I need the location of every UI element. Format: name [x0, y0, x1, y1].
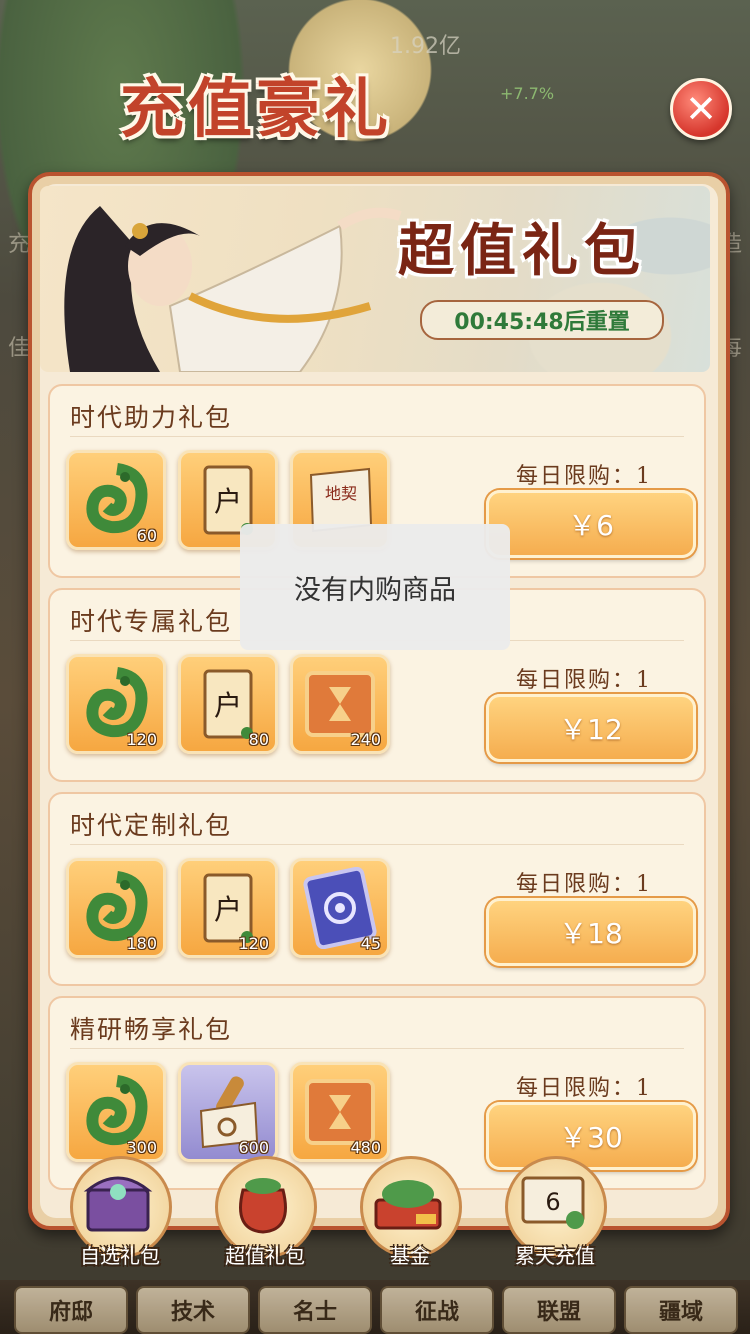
- tab-label: 自选礼包: [80, 1244, 160, 1268]
- package-name: 时代助力礼包: [70, 403, 233, 432]
- reset-timer: 00:45:48后重置: [420, 300, 664, 340]
- reward-item[interactable]: 45: [290, 858, 390, 958]
- close-button[interactable]: ✕: [670, 78, 732, 140]
- package-name: 时代专属礼包: [70, 607, 233, 636]
- nav-technology[interactable]: 技术: [136, 1286, 250, 1334]
- toast-message: 没有内购商品: [240, 524, 510, 650]
- reward-item[interactable]: 300: [66, 1062, 166, 1162]
- nav-celebrities[interactable]: 名士: [258, 1286, 372, 1334]
- heroine-illustration: [64, 206, 402, 372]
- bottom-nav: 府邸 技术 名士 征战 联盟 疆域: [0, 1280, 750, 1334]
- jade-basin-icon: [374, 1180, 442, 1230]
- money-bag-icon: [239, 1178, 287, 1234]
- package-name: 精研畅享礼包: [70, 1015, 233, 1044]
- item-quantity: 120: [126, 730, 157, 749]
- page-title: 充值豪礼: [120, 72, 392, 147]
- scroll-gift-icon: 6: [521, 1176, 585, 1229]
- reward-item[interactable]: 120: [66, 654, 166, 754]
- reward-item[interactable]: 60: [66, 450, 166, 550]
- item-quantity: 60: [136, 526, 157, 545]
- svg-text:户: 户: [214, 689, 242, 722]
- side-text-left: 充: [8, 232, 31, 257]
- svg-text:户: 户: [214, 893, 242, 926]
- reward-item[interactable]: 480: [290, 1062, 390, 1162]
- side-text-left: 佳: [8, 336, 31, 361]
- nav-campaign[interactable]: 征战: [380, 1286, 494, 1334]
- purchase-limit: 每日限购：1: [516, 668, 652, 693]
- tab-cumulative-recharge[interactable]: 6 累天充值: [495, 1150, 615, 1270]
- item-quantity: 45: [360, 934, 381, 953]
- item-quantity: 240: [350, 730, 381, 749]
- treasure-chest-icon: [83, 1176, 153, 1232]
- svg-text:户: 户: [214, 485, 242, 518]
- tab-value-gift[interactable]: 超值礼包: [205, 1150, 325, 1270]
- purchase-limit: 每日限购：1: [516, 872, 652, 897]
- close-icon: ✕: [685, 87, 717, 131]
- svg-text:地契: 地契: [325, 484, 357, 503]
- buy-button[interactable]: ￥18: [486, 898, 696, 966]
- reward-item[interactable]: 600: [178, 1062, 278, 1162]
- reward-item[interactable]: 户 120: [178, 858, 278, 958]
- tab-custom-gift[interactable]: 自选礼包: [60, 1150, 180, 1270]
- item-quantity: 120: [238, 934, 269, 953]
- tab-label: 超值礼包: [225, 1244, 305, 1268]
- purchase-limit: 每日限购：1: [516, 1076, 652, 1101]
- nav-territory[interactable]: 疆域: [624, 1286, 738, 1334]
- purchase-limit: 每日限购：1: [516, 464, 652, 489]
- buy-button[interactable]: ￥6: [486, 490, 696, 558]
- package-name: 时代定制礼包: [70, 811, 233, 840]
- nav-mansion[interactable]: 府邸: [14, 1286, 128, 1334]
- item-quantity: 80: [248, 730, 269, 749]
- item-quantity: 180: [126, 934, 157, 953]
- banner-title: 超值礼包: [398, 218, 646, 284]
- gift-tab-bar: 自选礼包 超值礼包 基金 6 累天充值: [40, 1150, 720, 1270]
- reward-item[interactable]: 180: [66, 858, 166, 958]
- tab-label: 基金: [390, 1244, 430, 1268]
- buy-button[interactable]: ￥12: [486, 694, 696, 762]
- reward-item[interactable]: 240: [290, 654, 390, 754]
- power-stat: 1.92亿: [390, 34, 461, 59]
- growth-stat: +7.7%: [500, 84, 555, 103]
- tab-fund[interactable]: 基金: [350, 1150, 470, 1270]
- tab-label: 累天充值: [515, 1244, 595, 1268]
- package-card: 时代定制礼包 180 户 120 45 每日限购：1 ￥18: [48, 792, 706, 986]
- reward-item[interactable]: 户 80: [178, 654, 278, 754]
- nav-alliance[interactable]: 联盟: [502, 1286, 616, 1334]
- svg-text:6: 6: [545, 1188, 560, 1216]
